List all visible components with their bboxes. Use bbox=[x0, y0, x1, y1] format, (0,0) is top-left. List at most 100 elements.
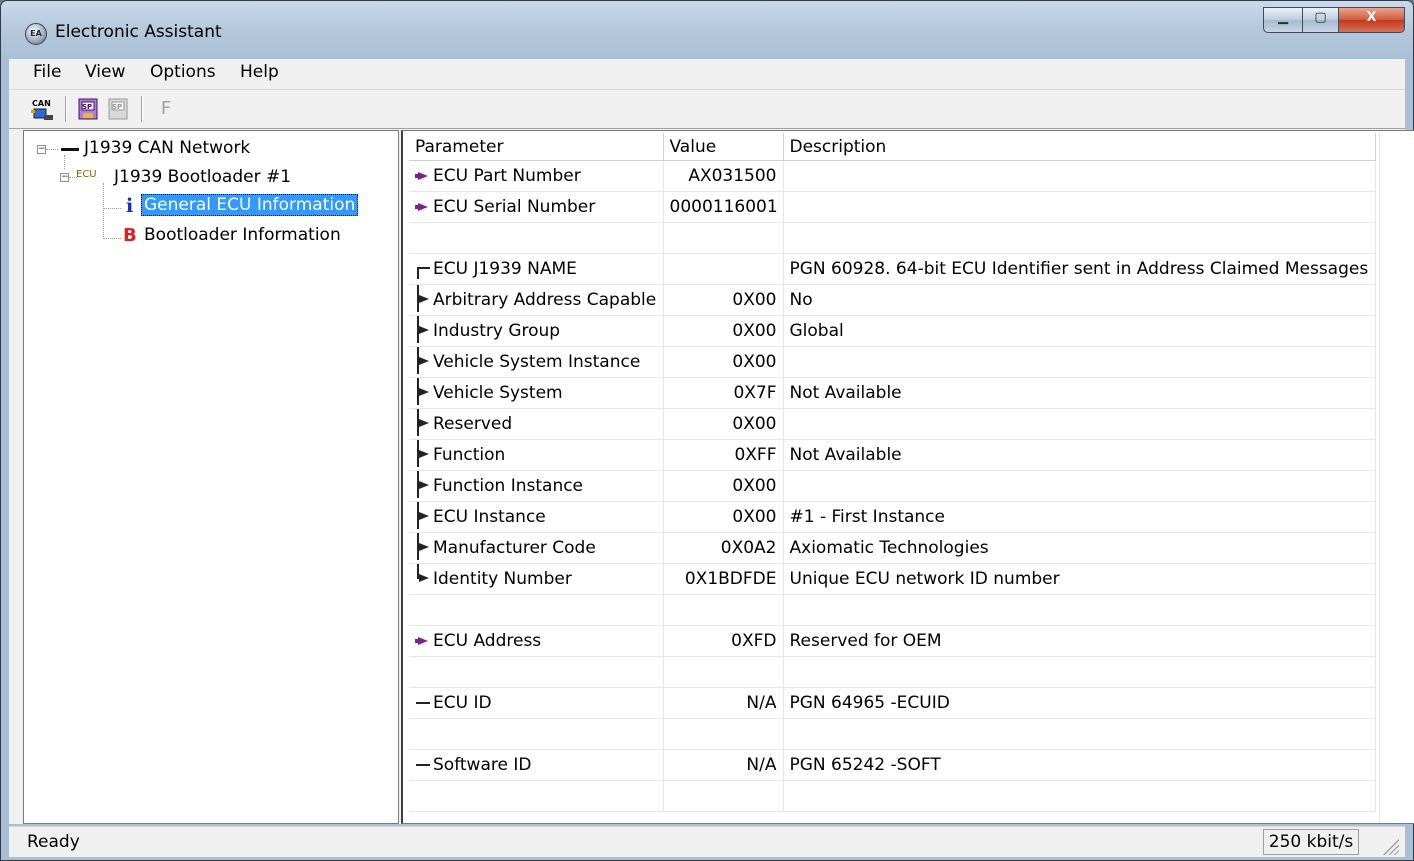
table-row[interactable]: Arbitrary Address Capable 0X00 No bbox=[409, 284, 1376, 316]
tree-branch-icon bbox=[415, 563, 431, 587]
menu-help[interactable]: Help bbox=[240, 62, 279, 82]
flash-button[interactable]: F bbox=[153, 96, 179, 122]
table-row[interactable] bbox=[409, 718, 1376, 750]
table-row[interactable]: Reserved 0X00 bbox=[409, 408, 1376, 440]
menu-options[interactable]: Options bbox=[150, 62, 216, 82]
description-cell bbox=[783, 160, 1376, 192]
parameter-label: ECU Part Number bbox=[433, 166, 581, 186]
parameter-cell: Reserved bbox=[409, 408, 664, 440]
ecu-icon: ECU bbox=[76, 169, 97, 180]
value-cell: 0000116001 bbox=[663, 191, 784, 223]
description-cell bbox=[783, 656, 1376, 688]
menu-file[interactable]: File bbox=[33, 62, 61, 82]
table-row[interactable]: ECU Serial Number 0000116001 bbox=[409, 191, 1376, 223]
parameter-cell: Function Instance bbox=[409, 470, 664, 502]
column-header-value[interactable]: Value bbox=[663, 133, 784, 161]
parameter-cell: Software ID bbox=[409, 749, 664, 781]
description-cell bbox=[783, 594, 1376, 626]
value-cell: 0XFD bbox=[663, 625, 784, 657]
tree-node-general-ecu-info[interactable]: General ECU Information bbox=[141, 194, 359, 216]
table-row[interactable]: Function 0XFF Not Available bbox=[409, 439, 1376, 471]
menu-view[interactable]: View bbox=[85, 62, 125, 82]
value-cell: 0XFF bbox=[663, 439, 784, 471]
tree-branch-icon bbox=[415, 470, 431, 498]
parameter-label: Arbitrary Address Capable bbox=[433, 290, 657, 310]
table-row[interactable]: Industry Group 0X00 Global bbox=[409, 315, 1376, 347]
table-row[interactable]: Manufacturer Code 0X0A2 Axiomatic Technolo… bbox=[409, 532, 1376, 564]
parameter-label: ECU Address bbox=[433, 631, 542, 651]
grid-empty-column bbox=[1379, 131, 1414, 823]
toolbar-separator bbox=[141, 96, 143, 122]
parameter-label: Manufacturer Code bbox=[433, 538, 596, 558]
value-cell bbox=[663, 718, 784, 750]
table-row[interactable]: ECU Instance 0X00 #1 - First Instance bbox=[409, 501, 1376, 533]
save-sp-button[interactable]: SP bbox=[105, 96, 131, 122]
ecu-tree-view[interactable]: − J1939 CAN Network − ECU J1939 Bootload… bbox=[23, 130, 399, 824]
svg-text:CAN: CAN bbox=[32, 99, 51, 108]
parameter-label: ECU Serial Number bbox=[433, 197, 596, 217]
parameter-arrow-icon bbox=[415, 168, 431, 184]
can-network-button[interactable]: CAN bbox=[29, 96, 55, 122]
description-cell bbox=[783, 718, 1376, 750]
column-header-parameter[interactable]: Parameter bbox=[409, 133, 664, 161]
table-row[interactable]: Function Instance 0X00 bbox=[409, 470, 1376, 502]
parameter-name: Software ID bbox=[415, 755, 657, 775]
column-header-description[interactable]: Description bbox=[783, 133, 1376, 161]
value-cell: AX031500 bbox=[663, 160, 784, 192]
table-row[interactable] bbox=[409, 656, 1376, 688]
table-row[interactable]: Vehicle System 0X7F Not Available bbox=[409, 377, 1376, 409]
table-row[interactable]: Vehicle System Instance 0X00 bbox=[409, 346, 1376, 378]
svg-text:SP: SP bbox=[82, 103, 92, 111]
parameter-name: ECU J1939 NAME bbox=[415, 259, 657, 279]
table-row[interactable] bbox=[409, 780, 1376, 812]
table-row[interactable]: Identity Number 0X1BDFDE Unique ECU networ… bbox=[409, 563, 1376, 595]
parameter-label: ECU J1939 NAME bbox=[433, 259, 577, 279]
minimize-button[interactable]: ▁ bbox=[1263, 7, 1303, 33]
table-row[interactable]: ECU Part Number AX031500 bbox=[409, 160, 1376, 192]
parameter-name: Identity Number bbox=[415, 563, 657, 589]
app-icon[interactable]: EA bbox=[25, 23, 47, 45]
table-row[interactable]: ECU J1939 NAME PGN 60928. 64-bit ECU Iden… bbox=[409, 253, 1376, 285]
network-icon bbox=[61, 148, 79, 151]
tree-line bbox=[46, 149, 58, 150]
parameter-cell: Vehicle System Instance bbox=[409, 346, 664, 378]
maximize-icon: ▢ bbox=[1314, 10, 1327, 25]
open-sp-button[interactable]: SP bbox=[75, 96, 101, 122]
tree-node-bootloader-info[interactable]: Bootloader Information bbox=[144, 225, 341, 245]
description-cell: Global bbox=[783, 315, 1376, 347]
title-bar[interactable]: EA Electronic Assistant ▁ ▢ X bbox=[1, 1, 1413, 59]
table-row[interactable] bbox=[409, 594, 1376, 626]
parameter-label: Industry Group bbox=[433, 321, 561, 341]
table-row[interactable] bbox=[409, 222, 1376, 254]
tree-expander-root[interactable]: − bbox=[37, 145, 46, 154]
tree-branch-icon bbox=[415, 346, 431, 374]
table-row[interactable]: Software ID N/A PGN 65242 -SOFT bbox=[409, 749, 1376, 781]
window-title: Electronic Assistant bbox=[55, 22, 222, 42]
parameter-name: ECU Address bbox=[415, 631, 657, 651]
table-row[interactable]: ECU ID N/A PGN 64965 -ECUID bbox=[409, 687, 1376, 719]
tree-line bbox=[103, 183, 104, 239]
close-button[interactable]: X bbox=[1339, 7, 1405, 33]
value-cell: 0X1BDFDE bbox=[663, 563, 784, 595]
tree-node-bootloader[interactable]: J1939 Bootloader #1 bbox=[114, 167, 291, 187]
value-cell bbox=[663, 222, 784, 254]
parameter-cell: Industry Group bbox=[409, 315, 664, 347]
description-cell bbox=[783, 191, 1376, 223]
parameter-cell: ECU Instance bbox=[409, 501, 664, 533]
parameter-grid[interactable]: Parameter Value Description ECU Part Num… bbox=[401, 130, 1414, 824]
maximize-button[interactable]: ▢ bbox=[1303, 7, 1339, 33]
table-row[interactable]: ECU Address 0XFD Reserved for OEM bbox=[409, 625, 1376, 657]
tree-node-can-network[interactable]: J1939 CAN Network bbox=[84, 138, 250, 158]
tree-expander-ecu[interactable]: − bbox=[60, 173, 69, 182]
parameter-cell bbox=[409, 594, 664, 626]
tree-line bbox=[64, 155, 65, 169]
parameter-label: Identity Number bbox=[433, 569, 572, 589]
close-icon: X bbox=[1366, 10, 1377, 25]
parameter-cell: Arbitrary Address Capable bbox=[409, 284, 664, 316]
tree-line bbox=[103, 238, 121, 239]
tree-branch-icon bbox=[415, 501, 431, 529]
description-cell: PGN 64965 -ECUID bbox=[783, 687, 1376, 719]
parameter-name: Function bbox=[415, 439, 657, 467]
resize-grip-icon[interactable] bbox=[1381, 837, 1399, 855]
description-cell: No bbox=[783, 284, 1376, 316]
